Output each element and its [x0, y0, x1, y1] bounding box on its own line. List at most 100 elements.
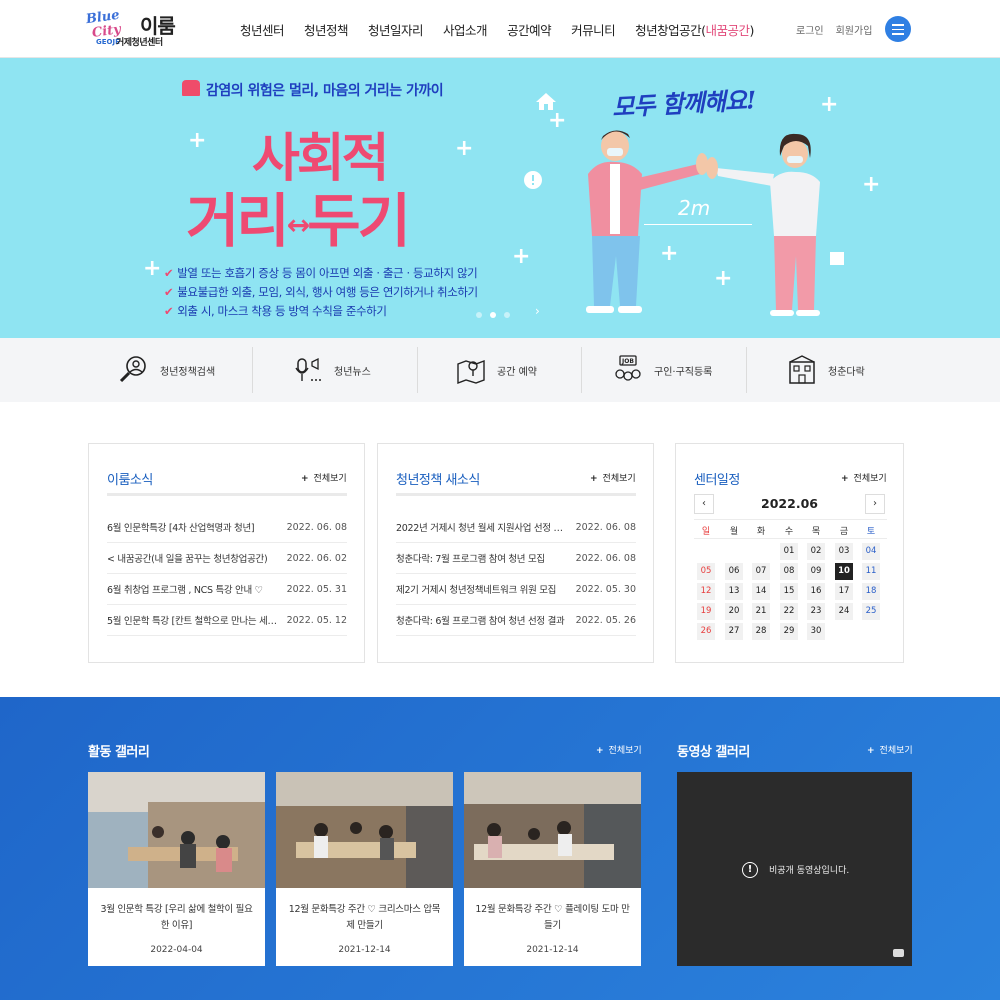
calendar-day[interactable]: 27 [725, 623, 743, 640]
nav-item-community[interactable]: 커뮤니티 [561, 20, 625, 40]
svg-text:JOB: JOB [621, 358, 634, 365]
calendar-day[interactable]: 01 [780, 543, 798, 560]
gallery-card-date: 2021-12-14 [526, 945, 579, 955]
nav-item-business[interactable]: 사업소개 [433, 20, 497, 40]
gallery-card-title: 12월 문화특강 주간 ♡ 플레이팅 도마 만들기 [475, 904, 630, 931]
news-row[interactable]: 6월 취창업 프로그램 , NCS 특강 안내 ♡ 2022. 05. 31 [107, 574, 347, 605]
site-logo[interactable]: Blue City GEOJE 이룸 거제청년센터 [85, 8, 196, 48]
building-icon [789, 355, 815, 384]
logo-subtitle: 거제청년센터 [116, 38, 163, 48]
calendar-day[interactable]: 17 [835, 583, 853, 600]
gallery-card[interactable]: 12월 문화특강 주간 ♡ 크리스마스 압목제 만들기 2021-12-14 [276, 772, 453, 966]
hamburger-icon[interactable] [885, 16, 911, 42]
news-more-link[interactable]: + 전체보기 [301, 471, 347, 484]
nav-item-center[interactable]: 청년센터 [230, 20, 294, 40]
slide-dot[interactable] [504, 312, 510, 318]
quick-item-cheongchun-darak[interactable]: 청춘다락 [786, 338, 865, 402]
quick-menu: 청년정책검색 청년뉴스 공간 예약 JOB 구인·구직등록 청춘다락 [0, 338, 1000, 402]
quick-item-news[interactable]: 청년뉴스 [292, 338, 371, 402]
calendar-weekdays: 일월화수목금토 [694, 519, 887, 539]
calendar-day[interactable]: 07 [752, 563, 770, 580]
plus-deco-icon: + [820, 92, 839, 117]
news-row[interactable]: 6월 인문학특강 [4차 산업혁명과 청년] 2022. 06. 08 [107, 512, 347, 543]
signup-link[interactable]: 회원가입 [836, 22, 873, 37]
check-icon: ✔ [164, 304, 174, 318]
calendar-day[interactable]: 24 [835, 603, 853, 620]
quick-item-space-reservation[interactable]: 공간 예약 [455, 338, 537, 402]
weekday-label: 수 [784, 527, 794, 537]
calendar-day[interactable]: 13 [725, 583, 743, 600]
policy-row[interactable]: 청춘다락: 6월 프로그램 참여 청년 선정 결과 2022. 05. 26 [396, 605, 636, 636]
box-divider [396, 493, 636, 496]
gallery-photo [276, 772, 453, 888]
alert-bubble-icon [524, 171, 542, 189]
calendar-day[interactable]: 29 [780, 623, 798, 640]
quick-item-job-register[interactable]: JOB 구인·구직등록 [612, 338, 712, 402]
calendar-day[interactable]: 03 [835, 543, 853, 560]
video-more-link[interactable]: + 전체보기 [867, 743, 913, 756]
calendar-day[interactable]: 08 [780, 563, 798, 580]
slide-dot[interactable] [476, 312, 482, 318]
calendar-day[interactable]: 11 [862, 563, 880, 580]
calendar-day[interactable]: 22 [780, 603, 798, 620]
nav-item-reservation[interactable]: 공간예약 [497, 20, 561, 40]
calendar-day[interactable]: 21 [752, 603, 770, 620]
gallery-photo [464, 772, 641, 888]
youtube-icon[interactable] [893, 949, 904, 957]
nav-item-startup-space[interactable]: 청년창업공간(내꿈공간) [625, 20, 764, 40]
calendar-day[interactable]: 18 [862, 583, 880, 600]
calendar-day[interactable]: 06 [725, 563, 743, 580]
calendar-day[interactable]: 05 [697, 563, 715, 580]
policy-row[interactable]: 2022년 거제시 청년 월세 지원사업 선정 결과 2022. 06. 08 [396, 512, 636, 543]
nav-item-policy[interactable]: 청년정책 [294, 20, 358, 40]
calendar-day[interactable]: 30 [807, 623, 825, 640]
gallery-card-date: 2021-12-14 [338, 945, 391, 955]
calendar-day[interactable]: 15 [780, 583, 798, 600]
gallery-card[interactable]: 3월 인문학 특강 [우리 삶에 철학이 필요한 이유] 2022-04-04 [88, 772, 265, 966]
calendar-day[interactable]: 04 [862, 543, 880, 560]
news-title: 이룸소식 [107, 473, 153, 488]
calendar-day[interactable]: 09 [807, 563, 825, 580]
plus-icon: + [867, 746, 875, 756]
news-row[interactable]: < 내꿈공간(내 일을 꿈꾸는 청년창업공간) 2022. 06. 02 [107, 543, 347, 574]
nav-item-jobs[interactable]: 청년일자리 [358, 20, 433, 40]
slide-dot-active[interactable] [490, 312, 496, 318]
calendar-day[interactable]: 25 [862, 603, 880, 620]
calendar-day[interactable]: 28 [752, 623, 770, 640]
calendar-day[interactable]: 14 [752, 583, 770, 600]
gallery-more-link[interactable]: + 전체보기 [596, 743, 642, 756]
policy-more-link[interactable]: + 전체보기 [590, 471, 636, 484]
nav-startup-label: 청년창업공간( [635, 23, 706, 38]
calendar-more-link[interactable]: + 전체보기 [841, 471, 887, 484]
nav-startup-tail: ) [749, 23, 755, 38]
calendar-day[interactable]: 10 [835, 563, 853, 580]
calendar-day[interactable]: 19 [697, 603, 715, 620]
gallery-card[interactable]: 12월 문화특강 주간 ♡ 플레이팅 도마 만들기 2021-12-14 [464, 772, 641, 966]
calendar-day[interactable]: 20 [725, 603, 743, 620]
policy-title: 청년정책 새소식 [396, 473, 480, 488]
chevron-right-icon[interactable]: › [535, 304, 540, 318]
calendar-next-button[interactable]: › [865, 494, 885, 514]
hero-banner[interactable]: + + + + + + + + + 감염의 위험은 멀리, 마음의 거리는 가까… [0, 58, 1000, 338]
policy-box: 청년정책 새소식 + 전체보기 2022년 거제시 청년 월세 지원사업 선정 결… [377, 443, 654, 663]
plus-deco-icon: + [455, 136, 474, 161]
gallery-section: 활동 갤러리 + 전체보기 동영상 갤러리 + 전체보기 3월 인문학 특강 [우리… [0, 697, 1000, 1000]
weekday-label: 월 [729, 527, 739, 537]
policy-row[interactable]: 청춘다락: 7월 프로그램 참여 청년 모집 2022. 06. 08 [396, 543, 636, 574]
login-link[interactable]: 로그인 [796, 22, 824, 37]
calendar-day[interactable]: 23 [807, 603, 825, 620]
calendar-day[interactable]: 12 [697, 583, 715, 600]
quick-item-policy-search[interactable]: 청년정책검색 [118, 338, 215, 402]
banner-title-line2: 거리↔두기 [186, 174, 411, 258]
calendar-day[interactable]: 26 [697, 623, 715, 640]
policy-row[interactable]: 제2기 거제시 청년정책네트워크 위원 모집 2022. 05. 30 [396, 574, 636, 605]
double-arrow-icon: ↔ [286, 208, 311, 242]
calendar-day[interactable]: 16 [807, 583, 825, 600]
gallery-card-title: 12월 문화특강 주간 ♡ 크리스마스 압목제 만들기 [288, 904, 441, 931]
check-icon: ✔ [164, 266, 174, 280]
plus-deco-icon: + [188, 128, 207, 153]
plus-deco-icon: + [548, 108, 567, 133]
news-row[interactable]: 5월 인문학 특강 [칸트 철학으로 만나는 세상] 2022. 05. 12 [107, 605, 347, 636]
calendar-day[interactable]: 02 [807, 543, 825, 560]
video-player[interactable]: ! 비공개 동영상입니다. [677, 772, 912, 966]
